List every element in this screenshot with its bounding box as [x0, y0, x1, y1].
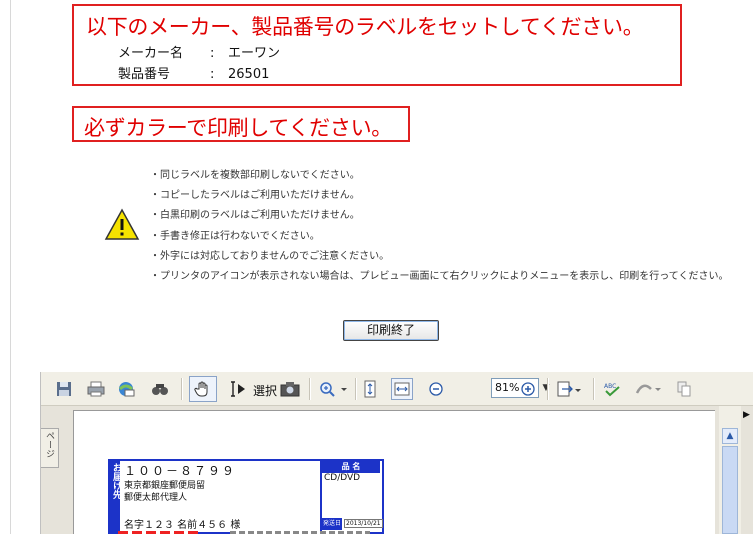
zoom-out-icon[interactable] [425, 378, 447, 400]
pages-side-tab-label: ページ [44, 431, 54, 458]
navigation-pane [41, 406, 71, 534]
delivery-destination-tag: お届け先 [110, 461, 121, 532]
hand-tool-icon [192, 378, 214, 400]
maker-label: メーカー名 [118, 46, 184, 61]
svg-text:ABC: ABC [604, 383, 616, 390]
note-item: ・同じラベルを複数部印刷しないでください。 [150, 170, 360, 181]
sign-icon[interactable] [633, 378, 667, 400]
fit-width-icon[interactable] [391, 378, 413, 400]
product-value: 26501 [228, 67, 270, 82]
maker-row: メーカー名: エーワン [118, 42, 280, 61]
save-icon[interactable] [53, 378, 75, 400]
panel-expand-arrow-icon[interactable]: ▶ [743, 410, 750, 420]
print-done-button[interactable]: 印刷終了 [343, 320, 439, 341]
maker-separator: : [210, 46, 215, 61]
scroll-thumb[interactable] [722, 446, 738, 534]
product-label: 製品番号 [118, 67, 171, 82]
zoom-in-icon[interactable] [317, 378, 351, 400]
color-print-notice: 必ずカラーで印刷してください。 [84, 116, 392, 140]
print-icon[interactable] [85, 378, 107, 400]
note-item: ・コピーしたラベルはご利用いただけません。 [150, 190, 360, 202]
address-line2: 郵便太郎代理人 [124, 493, 188, 503]
zoom-dropdown-arrow[interactable]: ▼ [540, 378, 552, 398]
viewer-toolbar: 選択 81% ▼ ABC [41, 372, 753, 406]
recipient-name: 名字１２３ 名前４５６ 様 [124, 520, 241, 531]
product-header: 品 名 [322, 461, 380, 473]
note-item: ・手書き修正は行わないでください。 [150, 230, 320, 242]
maker-value: エーワン [228, 46, 281, 61]
scroll-up-arrow-icon[interactable]: ▲ [722, 428, 738, 444]
product-row: 製品番号:26501 [118, 63, 269, 82]
zoom-in-plus-icon[interactable] [517, 378, 539, 400]
label-setup-title: 以下のメーカー、製品番号のラベルをセットしてください。 [86, 15, 644, 39]
ship-date: 2013/10/21 [344, 519, 383, 528]
select-text-icon[interactable] [227, 378, 249, 400]
shipping-label-preview: お届け先 １００－８７９９ 東京都銀座郵便局留 郵便太郎代理人 名字１２３ 名前… [108, 459, 384, 534]
product-column: 品 名 CD/DVD 発送日 2013/10/21 [320, 461, 383, 532]
note-item: ・白黒印刷のラベルはご利用いただけません。 [150, 210, 360, 222]
ship-date-tag: 発送日 [322, 518, 342, 530]
color-print-notice-box: 必ずカラーで印刷してください。 [72, 106, 410, 142]
postal-code: １００－８７９９ [124, 464, 237, 478]
label-side-text: お届け先 [111, 463, 121, 499]
product-value: CD/DVD [324, 473, 361, 483]
left-border-line [10, 0, 11, 534]
find-icon[interactable] [149, 378, 171, 400]
label-setup-instruction-box: 以下のメーカー、製品番号のラベルをセットしてください。 メーカー名: エーワン 製… [72, 4, 682, 86]
page-options-icon[interactable] [555, 378, 583, 400]
pages-side-tab[interactable]: ページ [41, 428, 59, 468]
warning-icon [104, 208, 140, 242]
spellcheck-icon[interactable]: ABC [601, 378, 623, 400]
select-tool-label[interactable]: 選択 [253, 382, 277, 399]
snapshot-icon[interactable] [279, 378, 301, 400]
ship-date-row: 発送日 2013/10/21 [322, 518, 383, 530]
product-separator: : [210, 67, 215, 82]
copy-icon[interactable] [673, 378, 695, 400]
note-item: ・プリンタのアイコンが表示されない場合は、プレビュー画面にて右クリックによりメニ… [150, 270, 729, 282]
email-icon[interactable] [115, 378, 137, 400]
notes-list: ・同じラベルを複数部印刷しないでください。 ・コピーしたラベルはご利用いただけま… [150, 170, 729, 291]
fit-page-icon[interactable] [359, 378, 381, 400]
note-item: ・外字には対応しておりませんのでご注意ください。 [150, 250, 390, 262]
